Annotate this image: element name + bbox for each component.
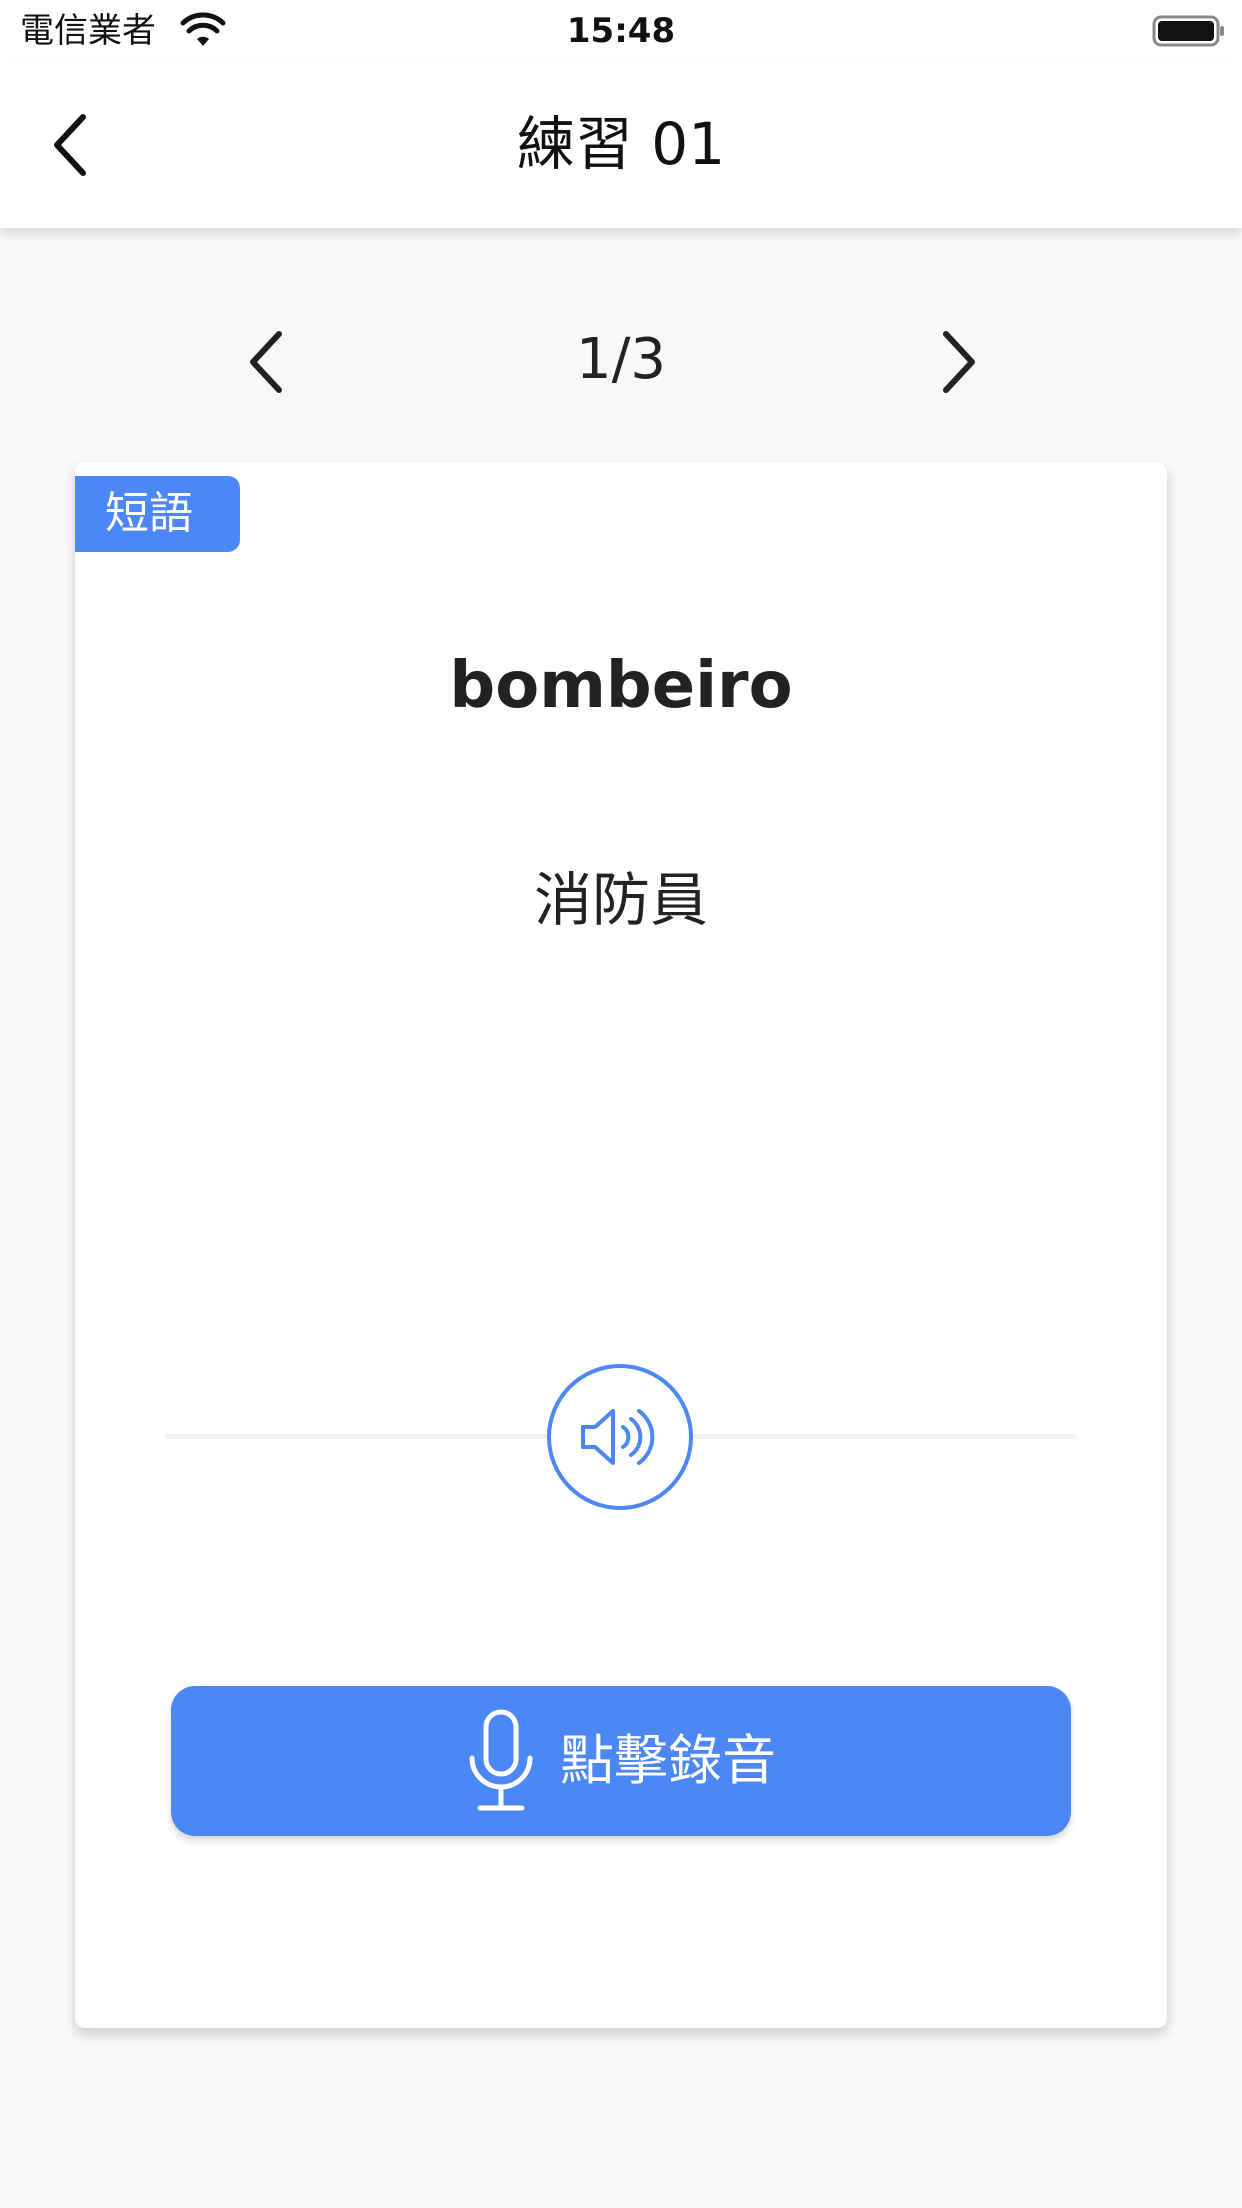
microphone-icon (469, 1709, 533, 1811)
flashcard: 短語 bombeiro 消防員 點擊錄音 (75, 462, 1167, 2028)
chevron-right-icon (943, 331, 975, 393)
translation-text: 消防員 (533, 866, 708, 934)
battery-icon (1152, 15, 1224, 47)
category-tag: 短語 (75, 476, 240, 552)
page-counter: 1/3 (575, 327, 667, 392)
play-audio-button[interactable] (547, 1364, 693, 1510)
status-time: 15:48 (566, 11, 676, 51)
record-button[interactable]: 點擊錄音 (171, 1686, 1071, 1836)
record-label: 點擊錄音 (560, 1729, 776, 1792)
speaker-icon (581, 1409, 655, 1465)
next-button[interactable] (925, 322, 995, 402)
page-title: 練習 01 (516, 110, 726, 178)
status-bar: 電信業者 15:48 (0, 0, 1242, 62)
word-text: bombeiro (449, 649, 793, 723)
nav-bar: 練習 01 (0, 62, 1242, 228)
